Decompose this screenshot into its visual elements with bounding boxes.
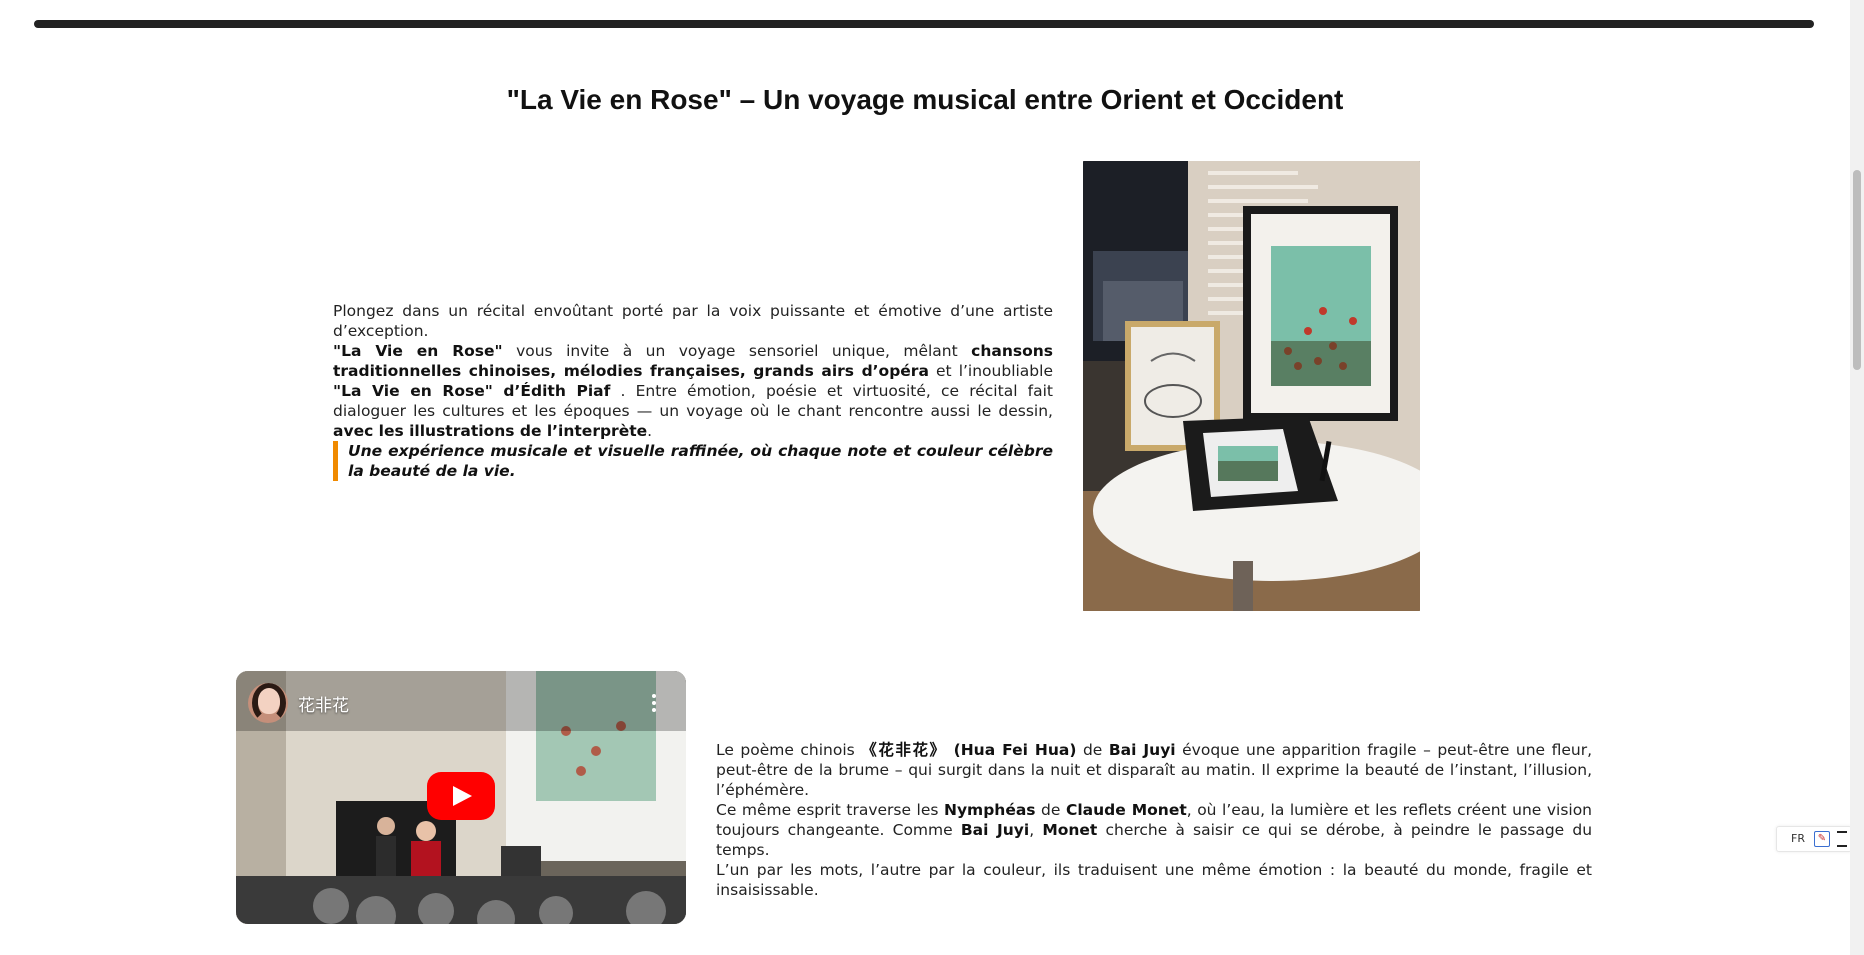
poem-paragraph-1: Le poème chinois 《花非花》 (Hua Fei Hua) de … <box>716 741 1593 799</box>
exhibition-photo <box>1083 161 1420 611</box>
vertical-scrollbar[interactable] <box>1850 0 1864 955</box>
fullscreen-icon[interactable] <box>1837 831 1847 847</box>
intro-quote: Une expérience musicale et visuelle raff… <box>333 441 1053 481</box>
poem-paragraph-3: L’un par les mots, l’autre par la couleu… <box>716 861 1592 899</box>
top-divider <box>34 20 1814 28</box>
poem-text: Le poème chinois 《花非花》 (Hua Fei Hua) de … <box>716 740 1592 900</box>
video-title[interactable]: 花非花 <box>298 691 349 716</box>
language-switcher[interactable]: FR ✎ <box>1776 826 1852 852</box>
scrollbar-thumb[interactable] <box>1853 170 1861 370</box>
intro-text: Plongez dans un récital envoûtant porté … <box>333 301 1053 481</box>
language-code[interactable]: FR <box>1791 832 1805 845</box>
page-title: "La Vie en Rose" – Un voyage musical ent… <box>506 84 1344 115</box>
play-button[interactable] <box>427 772 495 820</box>
channel-avatar[interactable] <box>248 683 288 723</box>
more-options-icon[interactable] <box>652 694 656 712</box>
intro-paragraph-2: "La Vie en Rose" vous invite à un voyage… <box>333 342 1053 440</box>
youtube-video-embed[interactable]: 花非花 <box>236 671 686 924</box>
intro-paragraph-1: Plongez dans un récital envoûtant porté … <box>333 302 1053 340</box>
poem-paragraph-2: Ce même esprit traverse les Nymphéas de … <box>716 801 1593 859</box>
translate-icon[interactable]: ✎ <box>1814 831 1830 847</box>
